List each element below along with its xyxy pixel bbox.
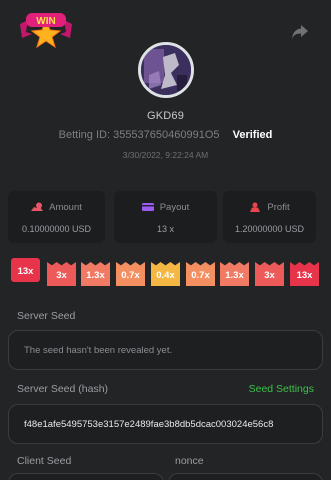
multiplier-label: 1.3x (225, 270, 244, 281)
nonce-field[interactable] (168, 473, 323, 480)
server-seed-hash-label: Server Seed (hash) (17, 383, 109, 395)
coins-icon (31, 202, 44, 211)
multiplier-label: 0.7x (191, 270, 210, 281)
payout-value: 13 x (156, 224, 174, 234)
profit-card: Profit 1.20000000 USD (223, 191, 316, 243)
payout-label: Payout (159, 202, 190, 213)
multiplier-chip: 0.4x (151, 262, 180, 286)
multiplier-label: 3x (264, 270, 275, 281)
multiplier-row: 13x 3x 1.3x 0.7x 0.4x 0.7x 1.3x 3x 13x (0, 258, 331, 292)
profit-label: Profit (267, 202, 290, 213)
server-seed-field: The seed hasn't been revealed yet. (8, 330, 323, 370)
multiplier-chip: 1.3x (220, 262, 249, 286)
profit-header: Profit (223, 202, 316, 213)
client-seed-field[interactable] (8, 473, 164, 480)
betting-id-label: Betting ID: (58, 129, 111, 141)
multiplier-label: 13x (17, 266, 34, 277)
payout-card: Payout 13 x (114, 191, 217, 243)
win-logo: WIN (18, 10, 74, 50)
card-icon (141, 203, 154, 211)
server-seed-hash-field[interactable]: f48e1afe5495753e3157e2489fae3b8db5dcac00… (8, 404, 323, 444)
multiplier-label: 0.4x (156, 270, 175, 281)
multiplier-label: 13x (296, 270, 313, 281)
server-seed-label: Server Seed (17, 310, 76, 322)
multiplier-chip: 13x (290, 262, 319, 286)
multiplier-chip: 3x (255, 262, 284, 286)
seed-settings-link[interactable]: Seed Settings (249, 383, 314, 395)
money-bag-icon (250, 202, 261, 212)
multiplier-chip: 3x (47, 262, 76, 286)
betting-id-line: Betting ID: 355537650460991O5 Verified (0, 129, 331, 141)
multiplier-chip: 0.7x (116, 262, 145, 286)
share-icon[interactable] (291, 24, 309, 40)
multiplier-label: 1.3x (86, 270, 105, 281)
multiplier-label: 0.7x (121, 270, 140, 281)
betting-id-value[interactable]: 355537650460991O5 (113, 129, 219, 141)
amount-value: 0.10000000 USD (21, 224, 92, 234)
multiplier-chip: 0.7x (186, 262, 215, 286)
profit-value: 1.20000000 USD (234, 224, 305, 234)
multiplier-chip: 13x (11, 258, 40, 282)
amount-header: Amount (8, 202, 105, 213)
multiplier-label: 3x (56, 270, 67, 281)
bet-timestamp: 3/30/2022, 9:22:24 AM (122, 150, 209, 160)
amount-label: Amount (49, 202, 82, 213)
logo-text: WIN (36, 16, 55, 27)
avatar (138, 42, 194, 98)
client-seed-label: Client Seed (17, 455, 72, 467)
username: GKD69 (146, 110, 185, 122)
nonce-label: nonce (175, 455, 204, 467)
multiplier-chip: 1.3x (81, 262, 110, 286)
payout-header: Payout (114, 202, 217, 213)
verified-badge: Verified (232, 129, 273, 141)
amount-card: Amount 0.10000000 USD (8, 191, 105, 243)
